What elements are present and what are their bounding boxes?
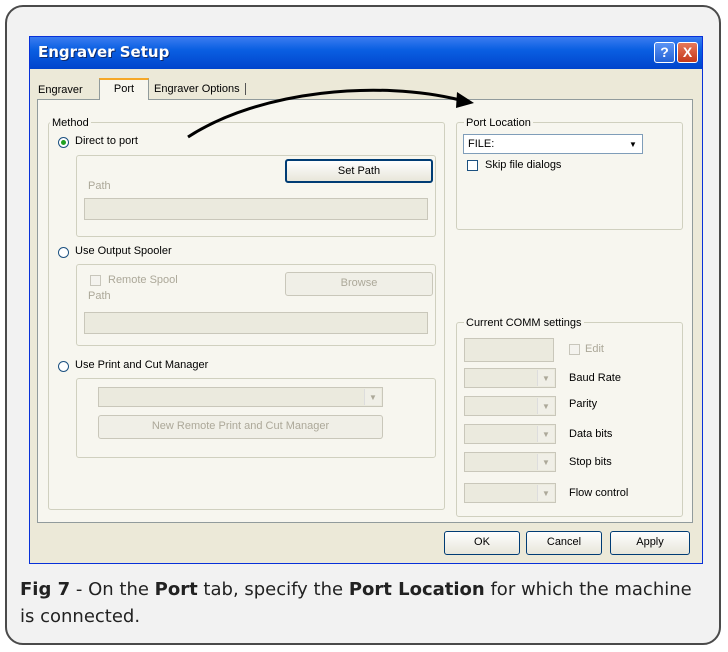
figure-caption: Fig 7 - On the Port tab, specify the Por… [20, 576, 700, 630]
caption-text-2: tab, specify the [197, 579, 349, 600]
caption-port: Port [154, 579, 198, 600]
annotation-arrow [187, 88, 474, 139]
caption-port-location: Port Location [348, 579, 485, 600]
caption-fig-number: Fig 7 [20, 579, 71, 600]
caption-text-1: - On the [70, 579, 155, 600]
